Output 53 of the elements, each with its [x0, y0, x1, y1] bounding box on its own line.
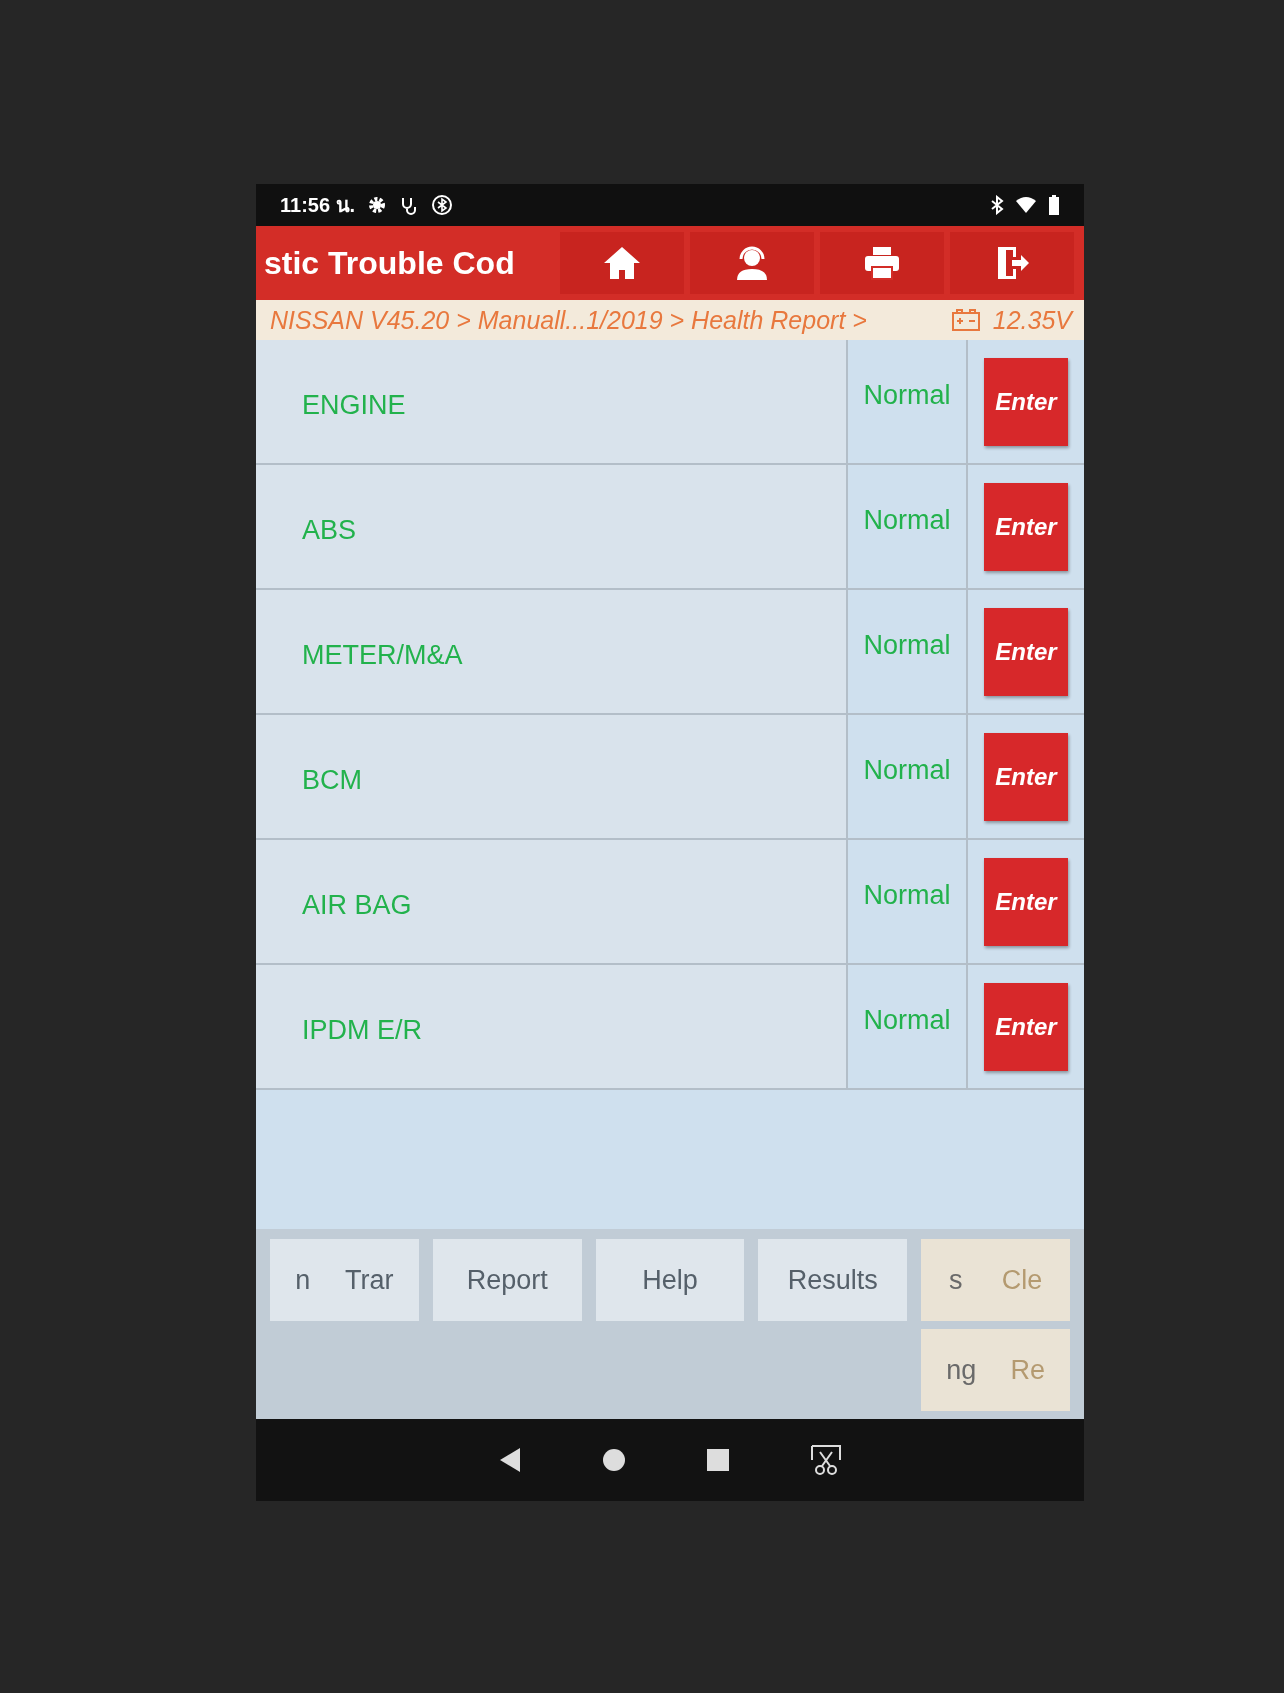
- function-button[interactable]: s Cle: [921, 1239, 1070, 1321]
- system-name: IPDM E/R: [256, 965, 848, 1088]
- wifi-icon: [1016, 197, 1036, 213]
- system-status: Normal: [848, 340, 968, 463]
- system-name: ENGINE: [256, 340, 848, 463]
- button-label: Help: [642, 1264, 698, 1296]
- print-button[interactable]: [820, 232, 944, 294]
- support-button[interactable]: [690, 232, 814, 294]
- button-label: Re: [1010, 1354, 1045, 1386]
- home-button[interactable]: [560, 232, 684, 294]
- system-name: BCM: [256, 715, 848, 838]
- home-icon: [602, 245, 642, 281]
- enter-button[interactable]: Enter: [984, 482, 1068, 571]
- system-name: ABS: [256, 465, 848, 588]
- home-circle-icon[interactable]: [602, 1448, 626, 1472]
- exit-button[interactable]: [950, 232, 1074, 294]
- back-icon[interactable]: [498, 1447, 522, 1473]
- gear-icon: [367, 195, 388, 215]
- recents-square-icon[interactable]: [706, 1448, 730, 1472]
- system-name: AIR BAG: [256, 840, 848, 963]
- button-label: Report: [466, 1264, 548, 1296]
- enter-button[interactable]: Enter: [984, 857, 1068, 946]
- button-label: Results: [787, 1264, 878, 1296]
- function-button[interactable]: Help: [595, 1239, 745, 1321]
- status-time: 11:56 น.: [280, 193, 356, 218]
- enter-button[interactable]: Enter: [984, 607, 1068, 696]
- function-button[interactable]: ng Re: [921, 1329, 1070, 1411]
- system-status: Normal: [848, 590, 968, 713]
- function-button[interactable]: n Trar: [270, 1239, 419, 1321]
- button-label: ng: [946, 1354, 977, 1386]
- system-status: Normal: [848, 465, 968, 588]
- bluetooth-icon: [990, 195, 1004, 215]
- system-status: Normal: [848, 840, 968, 963]
- system-name: METER/M&A: [256, 590, 848, 713]
- function-button[interactable]: Results: [758, 1239, 908, 1321]
- enter-button[interactable]: Enter: [984, 982, 1068, 1071]
- system-status: Normal: [848, 715, 968, 838]
- battery-icon: [1048, 195, 1060, 215]
- button-label: s: [948, 1264, 963, 1296]
- voltage-reading: 12.35V: [992, 305, 1072, 335]
- screenshot-scissors-icon[interactable]: [810, 1444, 842, 1476]
- bluetooth-circle-icon: [431, 194, 454, 216]
- button-label: Cle: [1001, 1264, 1043, 1296]
- breadcrumb-path: NISSAN V45.20 > Manuall...1/2019 > Health Report >: [270, 305, 868, 335]
- screen-title: stic Trouble Cod: [264, 244, 516, 282]
- printer-icon: [862, 245, 902, 281]
- function-button[interactable]: Report: [432, 1239, 582, 1321]
- enter-button[interactable]: Enter: [984, 357, 1068, 446]
- system-status: Normal: [848, 965, 968, 1088]
- enter-button[interactable]: Enter: [984, 732, 1068, 821]
- battery-icon: [950, 308, 981, 332]
- button-label: n: [295, 1264, 311, 1296]
- button-label: Trar: [344, 1264, 394, 1296]
